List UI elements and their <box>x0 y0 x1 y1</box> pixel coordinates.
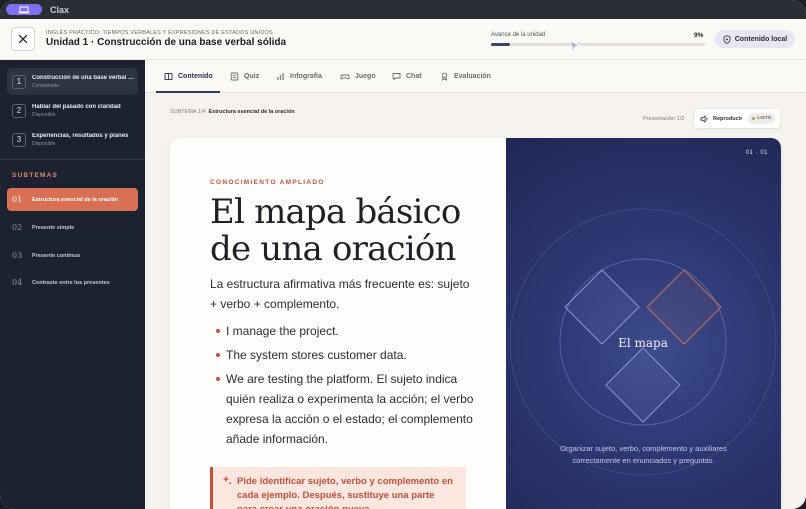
content-tabs: Contenido Quiz Infografía Juego Chat Eva… <box>145 60 806 93</box>
subtema-breadcrumb-title: Estructura esencial de la oración <box>208 109 295 115</box>
app-switcher[interactable] <box>6 4 42 15</box>
subtema-label: Presente continuo <box>32 252 80 259</box>
slide-visual-panel: 01 · 01 El mapa Organizar sujeto, verbo,… <box>506 138 781 509</box>
example-item: I manage the project. <box>216 321 476 341</box>
slide-eyebrow: CONOCIMIENTO AMPLIADO <box>210 179 325 186</box>
lesson-item-2[interactable]: 2 Hablar del pasado con claridad Disponi… <box>7 97 138 124</box>
tab-juego[interactable]: Juego <box>340 60 376 93</box>
subject-diamond <box>564 269 640 345</box>
subtema-breadcrumb: SUBTEMA 1/4 Estructura esencial de la ora… <box>170 109 295 115</box>
presentation-slide: CONOCIMIENTO AMPLIADO El mapa básico de … <box>170 138 781 509</box>
tab-label: Juego <box>355 73 376 80</box>
tab-infografia[interactable]: Infografía <box>276 60 322 93</box>
lesson-item-3[interactable]: 3 Experiencias, resultados y planes Disp… <box>7 126 138 153</box>
example-item: The system stores customer data. <box>216 345 476 365</box>
lesson-title: Construcción de una base verbal sólida <box>32 74 135 81</box>
ready-label: LISTO <box>757 116 772 121</box>
tab-label: Evaluación <box>454 73 491 80</box>
lesson-item-1[interactable]: 1 Construcción de una base verbal sólida… <box>7 68 138 95</box>
example-list: I manage the project. The system stores … <box>216 321 476 453</box>
ready-badge: LISTO <box>748 113 776 124</box>
slide-lead: La estructura afirmativa más frecuente e… <box>210 277 470 311</box>
close-button[interactable] <box>11 27 35 51</box>
lesson-number: 3 <box>12 132 26 147</box>
complement-diamond <box>605 347 681 423</box>
progress-bar-fill <box>491 43 511 46</box>
slide-text-panel: CONOCIMIENTO AMPLIADO El mapa básico de … <box>170 138 506 509</box>
tab-quiz[interactable]: Quiz <box>230 60 259 93</box>
subtema-item-2[interactable]: 02 Presente simple <box>7 216 138 239</box>
quiz-icon <box>230 72 239 81</box>
progress-label: Avance de la unidad <box>491 32 546 38</box>
unit-header: INGLÉS PRÁCTICO: TIEMPOS VERBALES Y EXPR… <box>0 19 806 60</box>
subtema-number: 04 <box>12 278 23 287</box>
laptop-icon <box>18 6 30 13</box>
tab-label: Chat <box>406 73 422 80</box>
unit-title: Unidad 1 · Construcción de una base verb… <box>46 37 287 48</box>
subtemas-heading: SUBTEMAS <box>12 172 59 179</box>
lesson-number: 2 <box>12 103 26 118</box>
local-content-button[interactable]: Contenido local <box>715 30 795 48</box>
example-item: We are testing the platform. El sujeto i… <box>216 369 476 449</box>
teaching-tip: Pide identificar sujeto, verbo y complem… <box>210 467 466 509</box>
course-breadcrumb[interactable]: INGLÉS PRÁCTICO: TIEMPOS VERBALES Y EXPR… <box>46 30 273 36</box>
mouse-cursor-icon <box>569 40 581 53</box>
subtema-number: 01 <box>12 195 23 204</box>
tab-label: Quiz <box>244 73 260 80</box>
progress-bar <box>491 43 705 46</box>
subtema-number: 03 <box>12 251 23 260</box>
subtema-label: Contraste entre los presentes <box>32 279 110 286</box>
tab-contenido[interactable]: Contenido <box>164 60 213 93</box>
speaker-icon <box>700 114 708 123</box>
play-label: Reproducir <box>713 115 743 122</box>
play-button[interactable]: Reproducir LISTO <box>694 109 780 128</box>
subtema-item-3[interactable]: 03 Presente continuo <box>7 244 138 267</box>
verb-diamond <box>646 269 722 345</box>
shield-icon <box>723 34 731 44</box>
lesson-status: Disponible <box>32 140 56 147</box>
subtema-counter: SUBTEMA 1/4 <box>170 109 206 115</box>
close-icon <box>18 34 28 44</box>
lesson-number: 1 <box>12 74 26 89</box>
tab-label: Contenido <box>178 73 213 80</box>
local-content-label: Contenido local <box>734 35 788 43</box>
sparkle-icon <box>222 475 232 485</box>
ready-dot <box>752 117 756 120</box>
gamepad-icon <box>340 74 350 80</box>
app-window: Clax INGLÉS PRÁCTICO: TIEMPOS VERBALES Y… <box>0 0 806 509</box>
chat-icon <box>392 73 401 81</box>
subtema-label: Estructura esencial de la oración <box>32 196 119 203</box>
slide-headline: El mapa básico de una oración <box>210 192 461 269</box>
presentation-counter: Presentación 1/2 <box>643 116 685 122</box>
subtema-label: Presente simple <box>32 224 75 231</box>
lesson-status: Completada <box>32 82 59 89</box>
main-content: SUBTEMA 1/4 Estructura esencial de la ora… <box>145 93 806 509</box>
sidebar: 1 Construcción de una base verbal sólida… <box>0 60 145 509</box>
subtema-item-1[interactable]: 01 Estructura esencial de la oración <box>7 188 138 211</box>
tab-chat[interactable]: Chat <box>392 60 422 93</box>
diagram-caption: Organizar sujeto, verbo, complemento y a… <box>560 444 727 465</box>
tab-evaluacion[interactable]: Evaluación <box>440 60 491 93</box>
progress-percent: 9% <box>694 32 704 39</box>
lesson-title: Hablar del pasado con claridad <box>32 103 121 110</box>
tip-text: Pide identificar sujeto, verbo y complem… <box>237 476 453 509</box>
diagram-center-label: El mapa <box>618 336 668 350</box>
subtema-number: 02 <box>12 223 23 232</box>
lesson-status: Disponible <box>32 111 56 118</box>
title-bar: Clax <box>0 0 806 19</box>
subtema-item-4[interactable]: 04 Contraste entre los presentes <box>7 271 138 294</box>
evaluation-icon <box>441 72 448 81</box>
book-icon <box>164 73 173 80</box>
tab-label: Infografía <box>290 73 322 80</box>
app-name: Clax <box>50 4 70 15</box>
sidebar-divider <box>0 159 145 160</box>
chart-icon <box>277 73 284 80</box>
lesson-title: Experiencias, resultados y planes <box>32 132 129 139</box>
